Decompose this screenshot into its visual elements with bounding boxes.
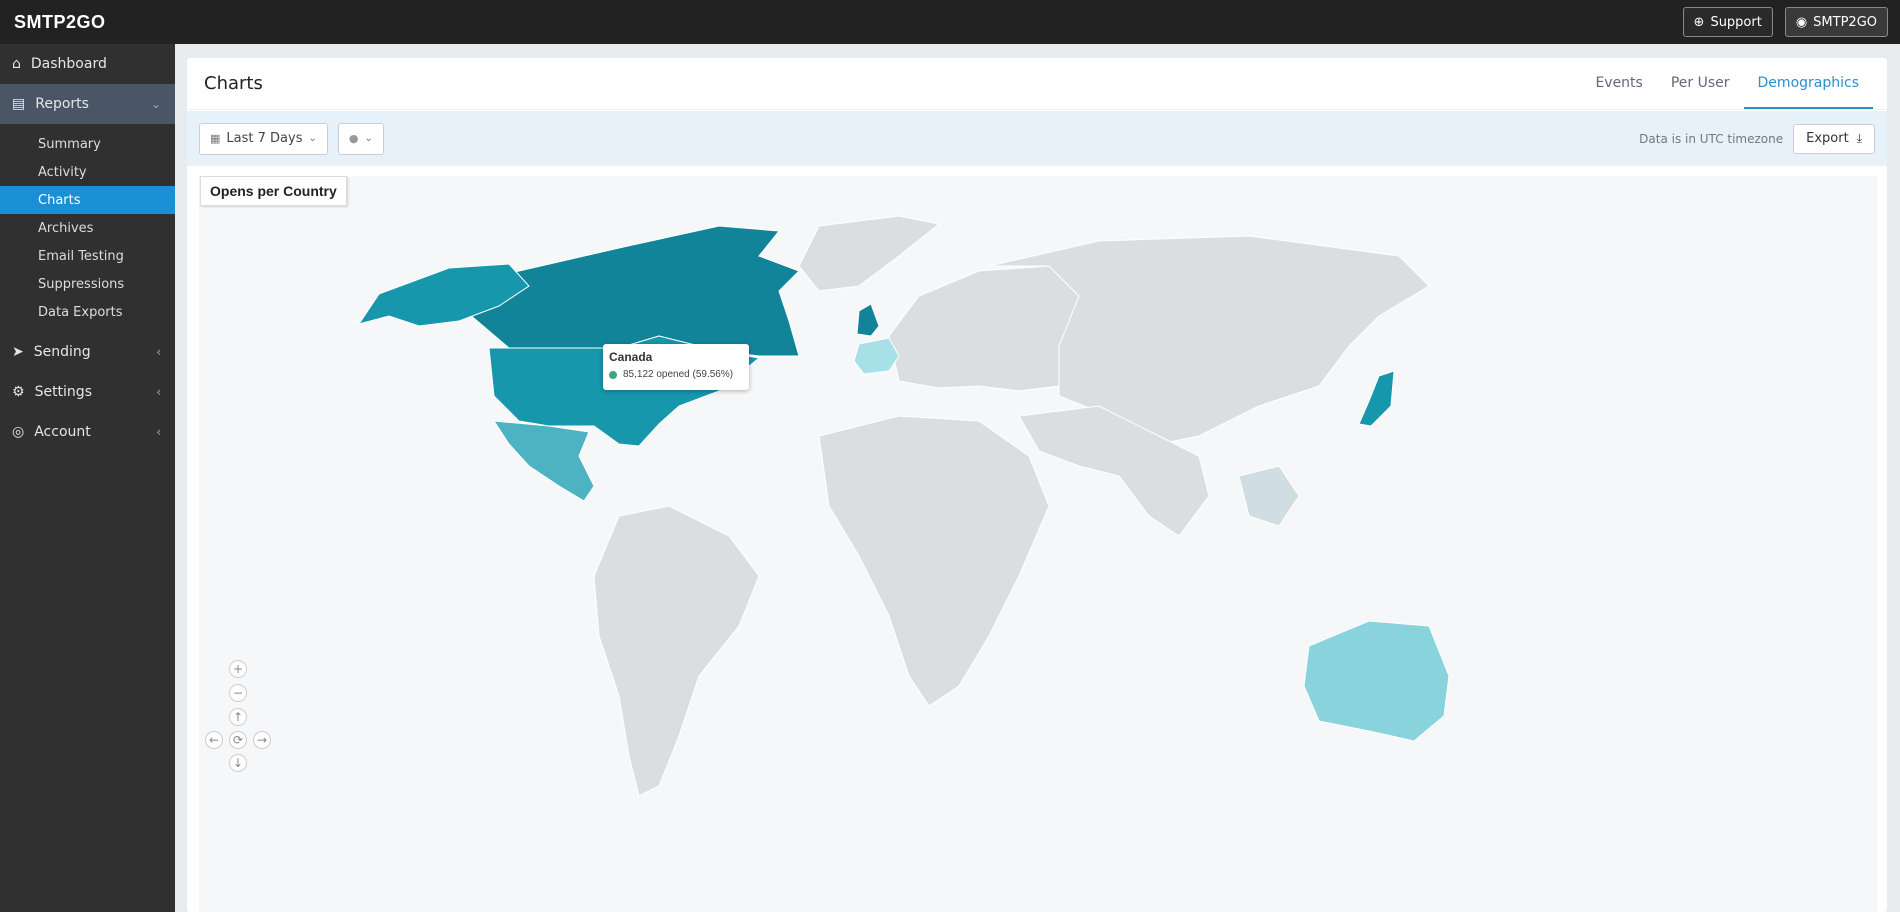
pan-left-button[interactable]: ← <box>205 731 223 749</box>
gear-icon: ⚙ <box>12 384 25 400</box>
filter-bar: ▦ Last 7 Days ⌄ ● ⌄ Data is in UTC timez… <box>187 111 1887 166</box>
sidebar-item-label: Settings <box>34 384 92 400</box>
map-tooltip: Canada 85,122 opened (59.56%) <box>603 344 749 390</box>
continent-africa <box>818 415 1050 707</box>
user-circle-icon: ◎ <box>12 424 25 440</box>
chevron-down-icon: ⌄ <box>150 97 161 111</box>
chevron-left-icon: ‹ <box>156 345 161 359</box>
sidebar-item-label: Reports <box>35 96 89 112</box>
user-circle-icon: ◉ <box>1795 14 1808 30</box>
tab-demographics[interactable]: Demographics <box>1743 58 1873 109</box>
sidebar-subitem-archives[interactable]: Archives <box>0 214 175 242</box>
sidebar-subitem-suppressions[interactable]: Suppressions <box>0 270 175 298</box>
country-australia[interactable] <box>1303 620 1450 742</box>
chevron-left-icon: ‹ <box>156 425 161 439</box>
country-france[interactable] <box>853 337 900 375</box>
sidebar: ⌂ Dashboard ▤ Reports ⌄ Summary Activity… <box>0 44 175 912</box>
region-europe <box>888 265 1080 392</box>
sidebar-subitem-email-testing[interactable]: Email Testing <box>0 242 175 270</box>
top-bar: SMTP2GO ⊕ Support ◉ SMTP2GO <box>0 0 1900 44</box>
paper-plane-icon: ➤ <box>12 344 24 360</box>
date-range-label: Last 7 Days <box>226 131 303 146</box>
smtp2go-logo[interactable]: SMTP2GO <box>14 12 106 33</box>
timezone-note: Data is in UTC timezone <box>1639 131 1784 146</box>
continent-south-america <box>593 505 760 797</box>
export-label: Export <box>1806 131 1849 146</box>
sidebar-item-dashboard[interactable]: ⌂ Dashboard <box>0 44 175 84</box>
download-icon: ⤓ <box>1856 131 1862 145</box>
calendar-icon: ▦ <box>210 132 221 145</box>
sidebar-subitem-charts[interactable]: Charts <box>0 186 175 214</box>
zoom-in-button[interactable]: + <box>229 660 247 678</box>
home-icon: ⌂ <box>12 56 21 72</box>
support-button[interactable]: ⊕ Support <box>1682 7 1773 37</box>
date-range-dropdown[interactable]: ▦ Last 7 Days ⌄ <box>199 122 328 155</box>
account-button[interactable]: ◉ SMTP2GO <box>1784 7 1888 37</box>
world-map[interactable]: Opens per Country Canada 85,122 opened (… <box>199 176 1877 912</box>
charts-panel: Charts Events Per User Demographics ▦ La… <box>187 58 1887 912</box>
pan-right-button[interactable]: → <box>253 731 271 749</box>
sidebar-subitem-activity[interactable]: Activity <box>0 158 175 186</box>
chevron-left-icon: ‹ <box>156 385 161 399</box>
document-icon: ▤ <box>12 96 26 112</box>
tooltip-country: Canada <box>609 350 653 364</box>
sidebar-item-reports[interactable]: ▤ Reports ⌄ <box>0 84 175 124</box>
account-label: SMTP2GO <box>1813 14 1877 30</box>
zoom-out-button[interactable]: − <box>229 684 247 702</box>
reset-view-button[interactable]: ⟳ <box>229 731 247 749</box>
tab-events[interactable]: Events <box>1581 58 1656 109</box>
region-southeast-asia <box>1238 465 1300 527</box>
support-label: Support <box>1710 14 1762 30</box>
sidebar-item-label: Sending <box>33 344 91 360</box>
pan-down-button[interactable]: ↓ <box>229 754 247 772</box>
series-dot-icon <box>609 370 617 379</box>
sidebar-subitem-data-exports[interactable]: Data Exports <box>0 298 175 326</box>
sidebar-item-account[interactable]: ◎ Account ‹ <box>0 412 175 452</box>
globe-icon: ⊕ <box>1693 14 1705 30</box>
country-greenland <box>798 215 941 292</box>
chart-tabs: Events Per User Demographics <box>1581 58 1873 109</box>
map-title: Opens per Country <box>200 176 347 206</box>
pan-up-button[interactable]: ↑ <box>229 708 247 726</box>
country-mexico[interactable] <box>493 420 595 502</box>
chevron-down-icon: ⌄ <box>364 133 373 144</box>
chevron-down-icon: ⌄ <box>308 133 317 144</box>
user-filter-dropdown[interactable]: ● ⌄ <box>337 122 384 155</box>
sidebar-item-label: Account <box>34 424 91 440</box>
sidebar-subitem-summary[interactable]: Summary <box>0 130 175 158</box>
page-title: Charts <box>204 73 263 94</box>
country-uk[interactable] <box>856 303 880 337</box>
sidebar-item-sending[interactable]: ➤ Sending ‹ <box>0 332 175 372</box>
tooltip-value: 85,122 opened (59.56%) <box>623 369 734 380</box>
export-button[interactable]: Export ⤓ <box>1793 123 1875 154</box>
user-icon: ● <box>348 132 359 145</box>
map-canvas <box>348 215 1450 797</box>
country-japan[interactable] <box>1358 370 1395 427</box>
sidebar-item-settings[interactable]: ⚙ Settings ‹ <box>0 372 175 412</box>
tab-per-user[interactable]: Per User <box>1657 58 1744 109</box>
sidebar-item-label: Dashboard <box>30 56 107 72</box>
